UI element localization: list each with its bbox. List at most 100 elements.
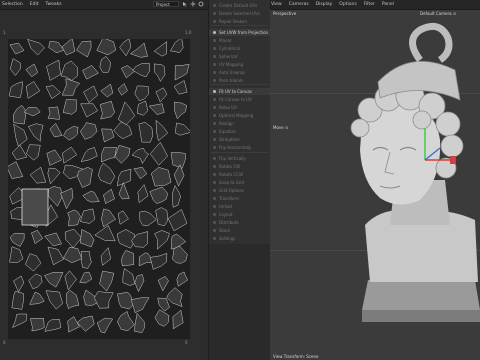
3d-viewport[interactable]: Perspective Default Camera ⊙ Move ⊙ View… bbox=[270, 10, 480, 360]
uv-island[interactable] bbox=[176, 271, 189, 287]
uv-island[interactable] bbox=[60, 60, 79, 81]
tool-item[interactable]: Settings bbox=[209, 235, 270, 242]
uv-island[interactable] bbox=[154, 230, 170, 250]
uv-island[interactable] bbox=[167, 209, 188, 232]
uv-island[interactable] bbox=[103, 188, 115, 204]
uv-island[interactable] bbox=[136, 100, 149, 116]
uv-island[interactable] bbox=[153, 63, 166, 82]
tool-item[interactable]: UV Mapping bbox=[209, 61, 270, 68]
uv-island[interactable] bbox=[13, 275, 25, 293]
uv-island[interactable] bbox=[44, 272, 64, 288]
uv-island[interactable] bbox=[99, 100, 115, 120]
uv-island[interactable] bbox=[29, 166, 47, 184]
uv-island[interactable] bbox=[80, 250, 92, 269]
uv-island[interactable] bbox=[79, 208, 96, 224]
uv-island[interactable] bbox=[170, 39, 184, 53]
uv-island[interactable] bbox=[79, 122, 98, 140]
uv-island[interactable] bbox=[12, 104, 27, 125]
uv-island[interactable] bbox=[29, 317, 45, 332]
uv-island[interactable] bbox=[121, 250, 135, 267]
uv-island[interactable] bbox=[154, 309, 170, 327]
menu-view[interactable]: View bbox=[271, 2, 282, 7]
uv-island[interactable] bbox=[171, 184, 181, 208]
uv-island[interactable] bbox=[11, 144, 28, 161]
uv-island[interactable] bbox=[166, 287, 183, 308]
uv-island[interactable] bbox=[100, 83, 114, 98]
tool-item[interactable]: Layout bbox=[209, 211, 270, 218]
uv-island[interactable] bbox=[138, 122, 154, 143]
uv-island[interactable] bbox=[67, 316, 80, 333]
uv-island[interactable] bbox=[82, 65, 99, 80]
tool-item[interactable]: Transform bbox=[209, 195, 270, 202]
uv-island[interactable] bbox=[132, 63, 150, 77]
tool-item[interactable]: Equalize bbox=[209, 128, 270, 135]
tool-item[interactable]: Stack bbox=[209, 227, 270, 234]
uv-island[interactable] bbox=[79, 271, 93, 284]
uv-island[interactable] bbox=[26, 144, 41, 161]
uv-island[interactable] bbox=[23, 107, 41, 117]
uv-island[interactable] bbox=[116, 229, 135, 249]
move-icon[interactable] bbox=[190, 1, 196, 7]
uv-island[interactable] bbox=[13, 123, 28, 147]
uv-island[interactable] bbox=[31, 229, 44, 244]
menu-cameras[interactable]: Cameras bbox=[289, 2, 309, 7]
uv-island[interactable] bbox=[155, 207, 169, 227]
uv-island[interactable] bbox=[12, 313, 27, 328]
uv-island[interactable] bbox=[172, 245, 188, 264]
uv-island[interactable] bbox=[48, 186, 63, 207]
tool-item[interactable]: Repair Broken bbox=[209, 18, 270, 25]
uv-island[interactable] bbox=[47, 106, 60, 120]
project-dropdown[interactable]: Project bbox=[153, 1, 179, 7]
menu-selection[interactable]: Selection bbox=[2, 2, 23, 7]
uv-island[interactable] bbox=[120, 65, 136, 79]
uv-island[interactable] bbox=[157, 276, 169, 292]
uv-canvas[interactable] bbox=[8, 39, 190, 339]
menu-edit[interactable]: Edit bbox=[30, 2, 39, 7]
tool-item[interactable]: Straighten bbox=[209, 136, 270, 143]
uv-island[interactable] bbox=[149, 186, 168, 204]
uv-island[interactable] bbox=[76, 40, 92, 58]
uv-islands[interactable] bbox=[8, 39, 190, 339]
uv-island[interactable] bbox=[9, 42, 25, 55]
uv-island[interactable] bbox=[173, 80, 188, 95]
uv-island[interactable] bbox=[155, 119, 169, 142]
uv-island[interactable] bbox=[101, 208, 116, 228]
uv-island[interactable] bbox=[133, 167, 148, 180]
pointer-icon[interactable] bbox=[182, 1, 188, 7]
uv-island[interactable] bbox=[9, 232, 25, 247]
uv-island[interactable] bbox=[63, 246, 83, 263]
uv-island[interactable] bbox=[118, 182, 130, 200]
uv-island[interactable] bbox=[170, 152, 186, 169]
uv-island[interactable] bbox=[8, 161, 24, 179]
uv-island[interactable] bbox=[113, 121, 133, 139]
uv-island[interactable] bbox=[101, 147, 117, 163]
uv-island[interactable] bbox=[62, 146, 78, 164]
uv-island[interactable] bbox=[45, 290, 63, 310]
uv-island[interactable] bbox=[153, 41, 167, 57]
uv-island[interactable] bbox=[27, 123, 44, 142]
uv-island[interactable] bbox=[83, 85, 98, 104]
uv-island[interactable] bbox=[175, 122, 190, 136]
tool-item[interactable]: Snap to Grid bbox=[209, 179, 270, 186]
tool-item[interactable]: Rotate CCW bbox=[209, 171, 270, 178]
uv-island[interactable] bbox=[9, 246, 24, 263]
uv-island[interactable] bbox=[149, 252, 168, 270]
uv-island[interactable] bbox=[174, 101, 188, 120]
uv-island[interactable] bbox=[60, 187, 74, 210]
tool-item[interactable]: Unfold bbox=[209, 203, 270, 210]
uv-island[interactable] bbox=[117, 101, 136, 126]
uv-island[interactable] bbox=[117, 311, 135, 331]
uv-island[interactable] bbox=[61, 78, 81, 96]
menu-tweaks[interactable]: Tweaks bbox=[45, 2, 61, 7]
uv-island[interactable] bbox=[98, 162, 116, 185]
uv-island[interactable] bbox=[157, 297, 170, 312]
uv-island[interactable] bbox=[25, 63, 39, 78]
uv-island[interactable] bbox=[131, 147, 149, 165]
tool-item[interactable]: Realign bbox=[209, 120, 270, 127]
uv-island[interactable] bbox=[116, 168, 132, 187]
uv-island[interactable] bbox=[63, 126, 79, 141]
uv-island[interactable] bbox=[155, 87, 168, 103]
uv-island[interactable] bbox=[9, 58, 21, 76]
tool-item[interactable]: Fit Canvas to UV bbox=[209, 96, 270, 103]
uv-island[interactable] bbox=[25, 81, 41, 99]
